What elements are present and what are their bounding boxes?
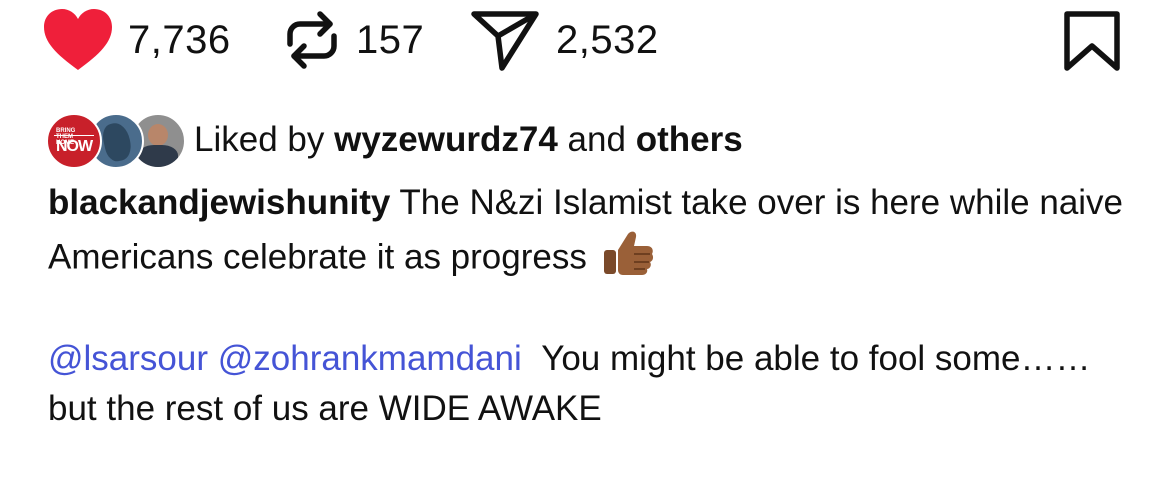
avatar: BRING THEM HOME NOW — [46, 113, 102, 169]
liked-by-text: Liked by wyzewurdz74 and others — [194, 120, 743, 160]
reposts-count: 157 — [356, 17, 425, 62]
send-icon — [471, 11, 539, 71]
heart-icon — [44, 9, 112, 70]
caption-username[interactable]: blackandjewishunity — [48, 183, 390, 222]
liked-by-connector: and — [567, 120, 626, 159]
avatar-text-big: NOW — [56, 138, 93, 155]
liked-by-row[interactable]: BRING THEM HOME NOW Liked by wyzewurdz74… — [46, 112, 743, 169]
liked-by-prefix: Liked by — [194, 120, 325, 159]
liked-by-others[interactable]: others — [636, 120, 743, 159]
repost-button[interactable]: 157 — [282, 8, 424, 72]
like-button[interactable]: 7,736 — [42, 8, 231, 72]
share-button[interactable]: 2,532 — [470, 8, 659, 72]
liked-by-user[interactable]: wyzewurdz74 — [334, 120, 558, 159]
thumbs-up-icon — [601, 226, 655, 292]
shares-count: 2,532 — [556, 17, 659, 62]
save-button[interactable] — [1062, 10, 1122, 77]
post-caption: blackandjewishunity The N&zi Islamist ta… — [48, 179, 1128, 292]
likes-count: 7,736 — [128, 17, 231, 62]
liked-by-avatars[interactable]: BRING THEM HOME NOW — [46, 112, 186, 169]
mention-link[interactable]: @lsarsour — [48, 339, 208, 378]
post-comment: @lsarsour @zohrankmamdani You might be a… — [48, 334, 1128, 434]
bookmark-icon — [1064, 11, 1120, 71]
repost-icon — [287, 11, 337, 69]
action-bar: 7,736 157 2,532 — [0, 0, 1170, 85]
mention-link[interactable]: @zohrankmamdani — [218, 339, 522, 378]
